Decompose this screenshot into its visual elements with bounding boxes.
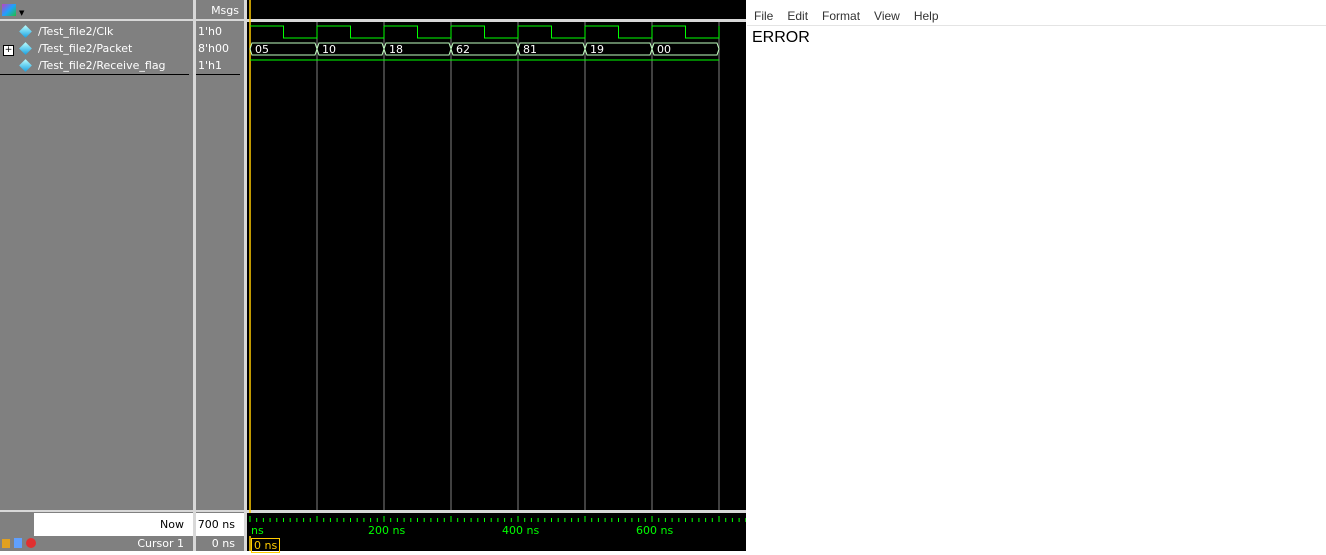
packet-value: 18 xyxy=(389,43,403,56)
divider xyxy=(747,25,1326,26)
values-pane: Msgs 1'h0 8'h00 1'h1 700 ns 0 ns xyxy=(196,0,244,551)
packet-value: 05 xyxy=(255,43,269,56)
now-label: Now xyxy=(160,518,184,531)
menu-view[interactable]: View xyxy=(874,9,900,23)
toolbar-icons[interactable] xyxy=(0,513,34,536)
packet-value: 62 xyxy=(456,43,470,56)
menu-file[interactable]: File xyxy=(754,9,773,23)
editor-content[interactable]: ERROR xyxy=(752,29,810,47)
header-separator xyxy=(247,19,746,22)
wave-toolbar-icon[interactable] xyxy=(2,4,16,16)
signal-value: 8'h00 xyxy=(198,42,229,55)
signal-icon xyxy=(19,42,32,55)
signal-value: 1'h0 xyxy=(198,25,222,38)
signal-row[interactable]: /Test_file2/Receive_flag xyxy=(0,58,193,74)
footer-separator xyxy=(247,510,746,513)
expand-icon[interactable]: + xyxy=(3,45,14,56)
waveform-canvas[interactable]: 05 10 18 62 81 19 00 xyxy=(247,0,747,551)
now-row: Now xyxy=(0,513,193,536)
packet-value: 81 xyxy=(523,43,537,56)
delete-cursor-icon[interactable] xyxy=(26,538,36,548)
signal-icon xyxy=(19,25,32,38)
packet-value: 00 xyxy=(657,43,671,56)
packet-value: 19 xyxy=(590,43,604,56)
divider xyxy=(0,74,189,75)
signal-row[interactable]: + /Test_file2/Packet xyxy=(0,41,193,57)
timeline-label: 400 ns xyxy=(502,524,540,537)
signal-name: /Test_file2/Clk xyxy=(38,25,114,38)
clk-waveform xyxy=(250,25,720,39)
wrench-icon[interactable] xyxy=(14,538,22,548)
menu-format[interactable]: Format xyxy=(822,9,860,23)
signal-name: /Test_file2/Packet xyxy=(38,42,133,55)
timeline-label: 200 ns xyxy=(368,524,406,537)
signal-icon xyxy=(19,59,32,72)
cursor-value: 0 ns xyxy=(211,537,235,550)
packet-value: 10 xyxy=(322,43,336,56)
now-value: 700 ns xyxy=(197,518,235,531)
timeline-label: ns xyxy=(251,524,264,537)
signal-names-pane: ▼ /Test_file2/Clk + /Test_file2/Packet /… xyxy=(0,0,193,551)
timeline-label: 600 ns xyxy=(636,524,674,537)
signal-value: 1'h1 xyxy=(198,59,222,72)
signal-name: /Test_file2/Receive_flag xyxy=(38,59,166,72)
msgs-header: Msgs xyxy=(211,4,239,17)
cursor-label: Cursor 1 xyxy=(137,537,184,550)
cursor-row: Cursor 1 xyxy=(0,536,193,551)
lock-icon[interactable] xyxy=(2,539,10,548)
menu-bar: File Edit Format View Help xyxy=(754,9,953,23)
menu-help[interactable]: Help xyxy=(914,9,939,23)
menu-edit[interactable]: Edit xyxy=(787,9,808,23)
signal-row[interactable]: /Test_file2/Clk xyxy=(0,24,193,40)
dropdown-arrow-icon[interactable]: ▼ xyxy=(19,9,24,17)
waveform-pane[interactable]: 05 10 18 62 81 19 00 ns 200 ns 400 ns 600 ns 0… xyxy=(247,0,747,553)
